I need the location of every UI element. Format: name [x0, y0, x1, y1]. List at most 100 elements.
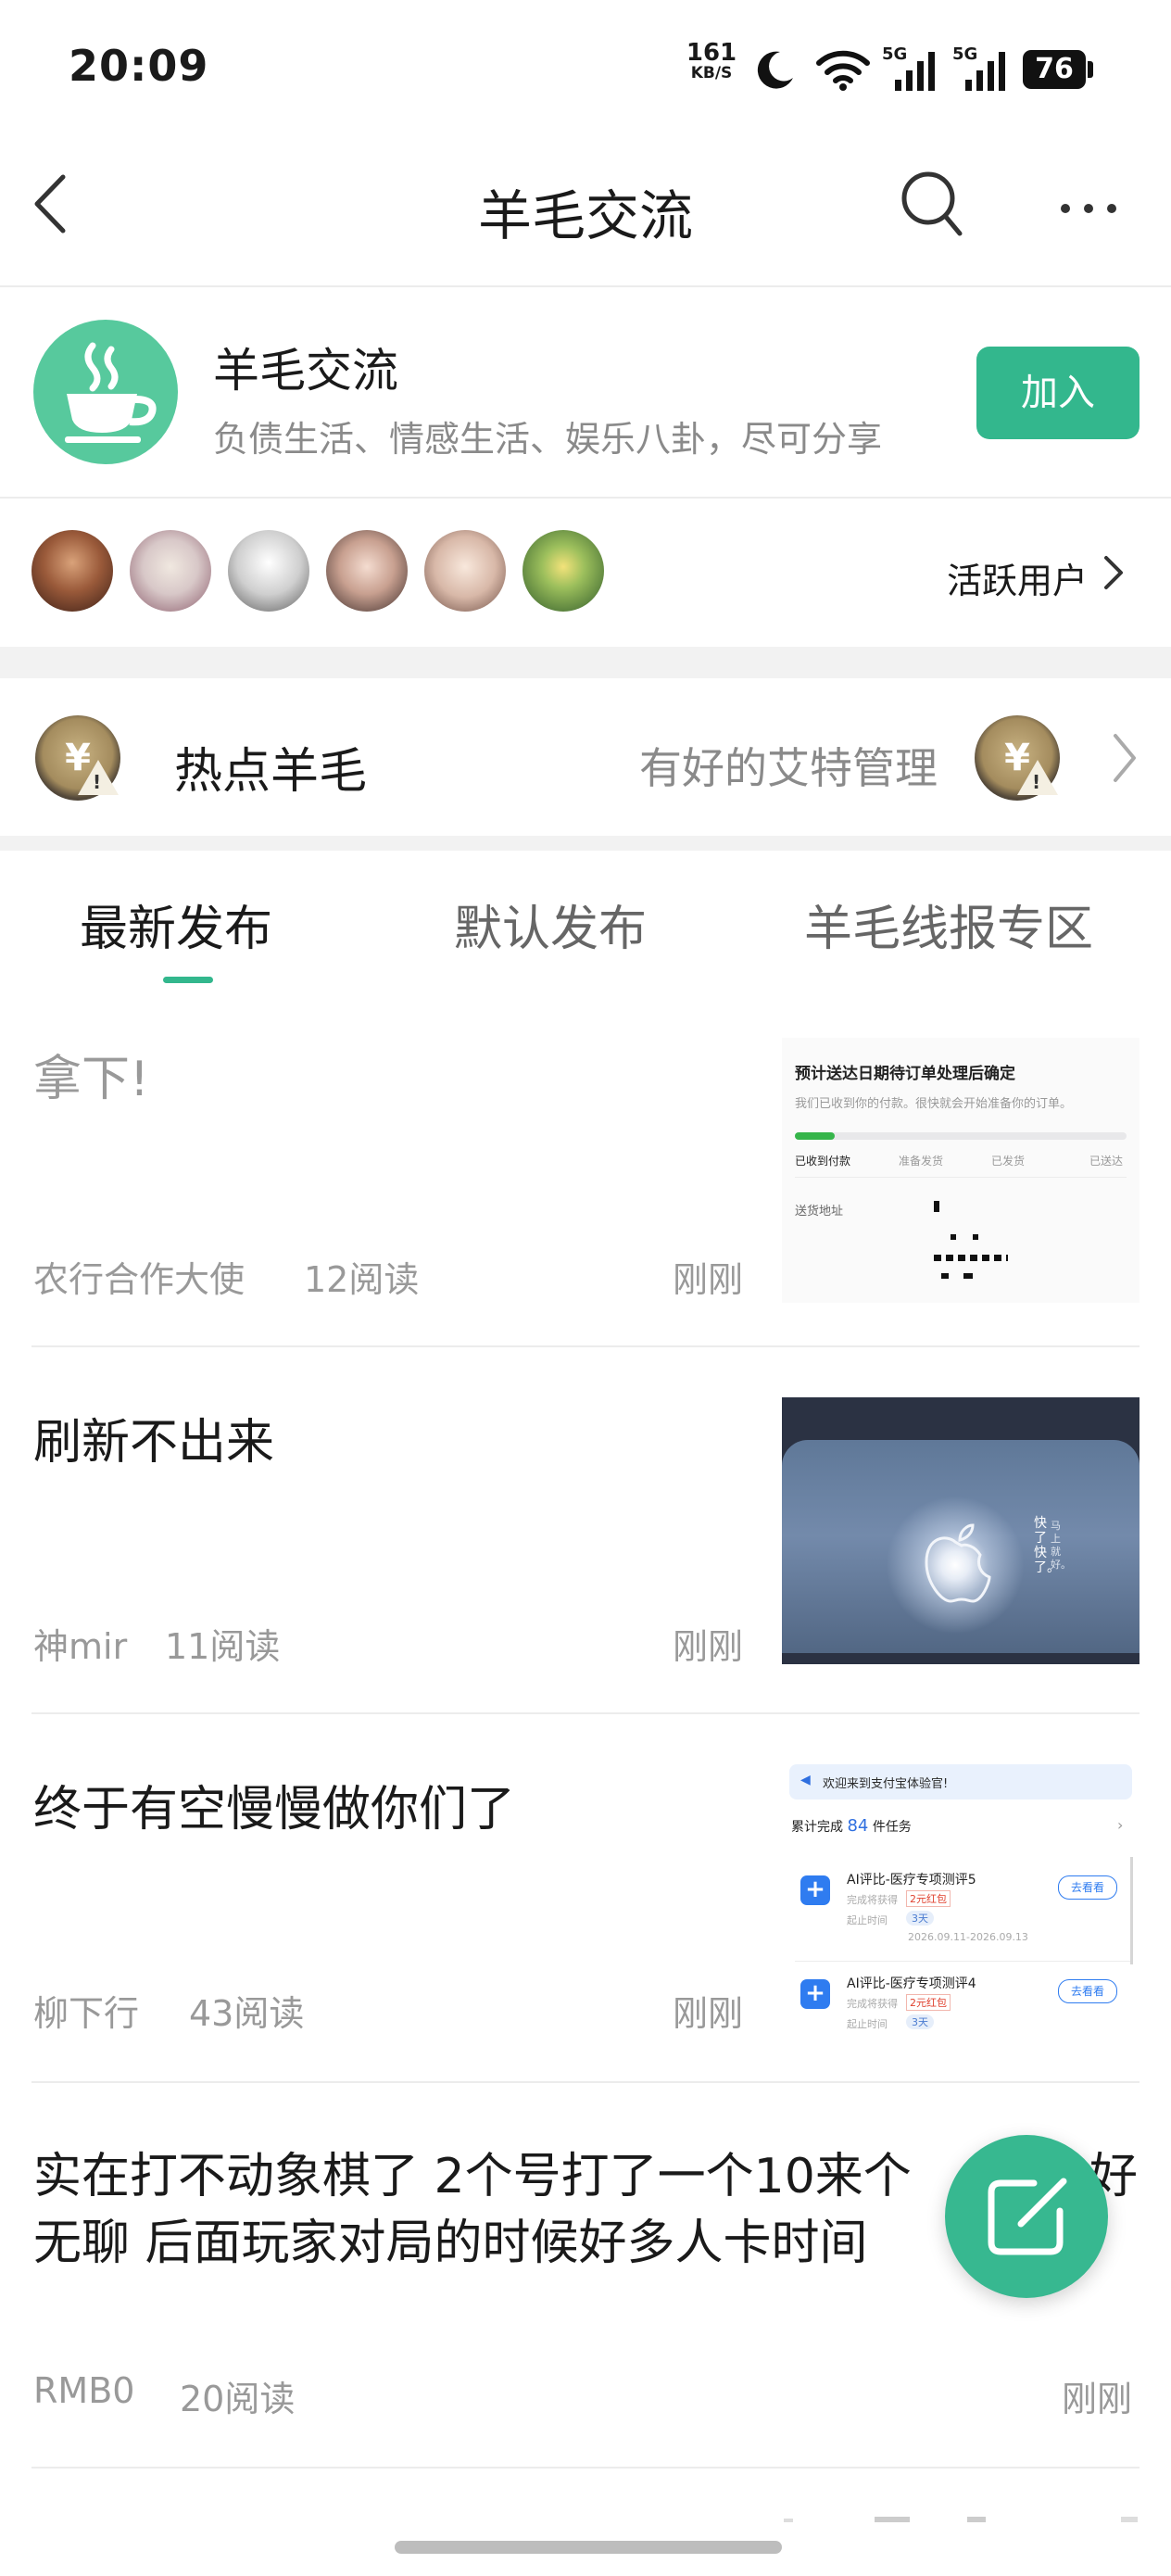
active-users-label[interactable]: 活跃用户: [947, 552, 1088, 603]
home-indicator[interactable]: [395, 2541, 782, 2554]
thumb-heading: 预计送达日期待订单处理后确定: [795, 1065, 1015, 1083]
signal-icon: [895, 52, 935, 91]
post-divider: [31, 1712, 1140, 1714]
thumb-caption: 快了快了。: [1034, 1516, 1060, 1575]
task-reward: 2元红包: [906, 1994, 951, 2011]
thumb-completed-prefix: 累计完成: [791, 1820, 843, 1835]
post-author[interactable]: 神mir: [33, 1618, 127, 1669]
wifi-icon: [816, 50, 870, 91]
hot-section-label[interactable]: 热点羊毛: [174, 732, 367, 802]
step-label: 准备发货: [899, 1155, 944, 1168]
tab-active-indicator: [163, 977, 213, 983]
thumb-banner-text: 欢迎来到支付宝体验官!: [823, 1777, 949, 1791]
thumb-banner: ◀ 欢迎来到支付宝体验官!: [789, 1764, 1132, 1799]
scrollbar: [1130, 1857, 1133, 1964]
admin-avatar[interactable]: ¥ !: [975, 715, 1060, 801]
coffee-cup-icon: [65, 342, 157, 443]
post-author[interactable]: RMB0: [33, 2370, 134, 2411]
post-time: 刚刚: [673, 1993, 744, 2034]
post-divider: [31, 1345, 1140, 1347]
progress-fill: [795, 1132, 835, 1140]
battery-level: 76: [1035, 53, 1074, 85]
status-bar: 20:09 161 KB/S 5G 5G 76: [0, 0, 1171, 139]
tab-default[interactable]: 默认发布: [454, 890, 647, 959]
speaker-icon: ◀: [800, 1773, 811, 1787]
task-time-label: 起止时间: [847, 1914, 888, 1926]
view-task-button: 去看看: [1058, 1875, 1117, 1900]
post-time: 刚刚: [673, 1626, 744, 1667]
active-user-avatar[interactable]: [228, 530, 309, 612]
more-icon[interactable]: [1056, 185, 1121, 232]
post-title[interactable]: 拿下!: [33, 1040, 149, 1109]
network-speed: 161 KB/S: [684, 39, 739, 83]
search-icon[interactable]: [899, 167, 963, 241]
post-title[interactable]: 终于有空慢慢做你们了: [33, 1770, 515, 1839]
task-time-label: 起止时间: [847, 2018, 888, 2030]
post-author[interactable]: 柳下行: [33, 1985, 139, 2036]
battery-icon: 76: [1023, 50, 1086, 89]
section-gap: [0, 836, 1171, 851]
task-reward-prefix: 完成将获得: [847, 1998, 898, 2010]
redacted-address: [934, 1255, 1008, 1261]
group-name: 羊毛交流: [213, 344, 398, 398]
chevron-right-icon: ›: [1117, 1816, 1124, 1834]
coin-avatar: ¥ !: [35, 715, 120, 801]
task-title: AI评比-医疗专项测评5: [847, 1873, 976, 1888]
task-days: 3天: [906, 1911, 934, 1926]
section-gap: [0, 647, 1171, 678]
post-title-line-2[interactable]: 无聊 后面玩家对局的时候好多人卡时间: [33, 2203, 868, 2273]
step-label: 已发货: [991, 1155, 1026, 1168]
task-reward: 2元红包: [906, 1890, 951, 1907]
post-divider: [31, 2081, 1140, 2083]
thumb-completed-count: 84: [847, 1816, 869, 1836]
thumb-completed-suffix: 件任务: [872, 1820, 912, 1835]
task-days: 3天: [906, 2014, 934, 2029]
post-author[interactable]: 农行合作大使: [33, 1251, 245, 1302]
post-reads: 11阅读: [165, 1626, 281, 1667]
hot-section-admin[interactable]: 有好的艾特管理: [639, 735, 938, 796]
network-speed-value: 161: [686, 39, 737, 67]
page-title: 羊毛交流: [477, 184, 693, 247]
compose-icon: [988, 2178, 1067, 2255]
network-speed-unit: KB/S: [690, 64, 733, 82]
post-title[interactable]: 刷新不出来: [33, 1403, 274, 1472]
header-divider: [0, 285, 1171, 287]
group-avatar: [33, 320, 178, 464]
post-time: 刚刚: [673, 1259, 744, 1300]
active-user-avatar[interactable]: [31, 530, 113, 612]
tab-deals[interactable]: 羊毛线报专区: [804, 890, 1093, 959]
post-reads: 12阅读: [304, 1259, 420, 1300]
active-user-avatar[interactable]: [523, 530, 604, 612]
medical-kit-icon: +: [800, 1979, 830, 2009]
post-reads: 20阅读: [180, 2379, 296, 2419]
view-task-button: 去看看: [1058, 1979, 1117, 2003]
progress-track: [795, 1132, 1127, 1140]
step-label: 已送达: [1089, 1155, 1124, 1168]
post-time: 刚刚: [1062, 2379, 1133, 2419]
battery-tip: [1088, 61, 1093, 78]
group-divider: [0, 497, 1171, 499]
thumb-subtext: 我们已收到你的付款。很快就会开始准备你的订单。: [795, 1097, 1073, 1111]
compose-button[interactable]: [945, 2135, 1108, 2298]
join-button[interactable]: 加入: [976, 347, 1140, 439]
task-reward-prefix: 完成将获得: [847, 1894, 898, 1906]
status-time: 20:09: [69, 41, 209, 91]
group-description: 负债生活、情感生活、娱乐八卦，尽可分享: [213, 419, 883, 460]
chevron-right-icon[interactable]: [1102, 554, 1125, 591]
post-title-line-1[interactable]: 实在打不动象棋了 2个号打了一个10来个: [33, 2137, 912, 2206]
post-thumbnail[interactable]: ◀ 欢迎来到支付宝体验官! 累计完成 84 件任务 › + AI评比-医疗专项测…: [782, 1761, 1140, 2031]
active-user-avatar[interactable]: [130, 530, 211, 612]
post-thumbnail[interactable]: 预计送达日期待订单处理后确定 我们已收到你的付款。很快就会开始准备你的订单。 已…: [782, 1038, 1140, 1303]
thumb-caption: 马上就好。: [1051, 1520, 1071, 1571]
signal-icon: [965, 52, 1005, 91]
address-label: 送货地址: [795, 1205, 844, 1219]
chevron-right-icon[interactable]: [1112, 732, 1138, 784]
thumb-completed: 累计完成 84 件任务: [791, 1816, 912, 1836]
post-reads: 43阅读: [189, 1993, 305, 2034]
tab-latest[interactable]: 最新发布: [80, 890, 272, 959]
active-user-avatar[interactable]: [326, 530, 408, 612]
active-user-avatar[interactable]: [424, 530, 506, 612]
post-thumbnail[interactable]: 快了快了。 马上就好。: [782, 1397, 1140, 1664]
medical-kit-icon: +: [800, 1875, 830, 1905]
step-label: 已收到付款: [795, 1155, 851, 1168]
